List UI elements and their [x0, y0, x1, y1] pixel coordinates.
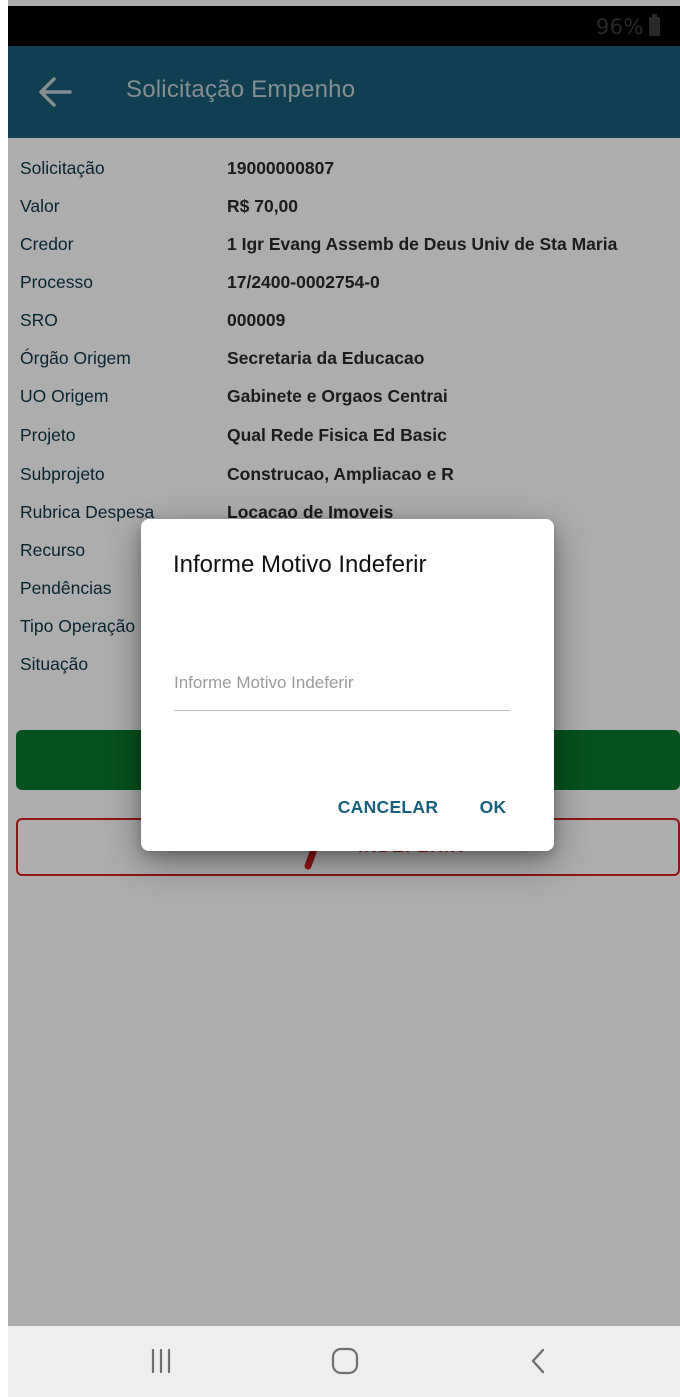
chevron-left-icon[interactable]: [522, 1344, 556, 1378]
recent-apps-icon[interactable]: [144, 1344, 178, 1378]
dialog-title: Informe Motivo Indeferir: [173, 551, 427, 578]
home-icon[interactable]: [328, 1344, 362, 1378]
reject-reason-input[interactable]: [174, 647, 510, 711]
ok-button[interactable]: OK: [471, 787, 515, 827]
system-nav-bar: [8, 1326, 680, 1397]
cancel-button[interactable]: CANCELAR: [333, 787, 443, 827]
reject-reason-dialog: Informe Motivo Indeferir CANCELAR OK: [141, 519, 554, 851]
